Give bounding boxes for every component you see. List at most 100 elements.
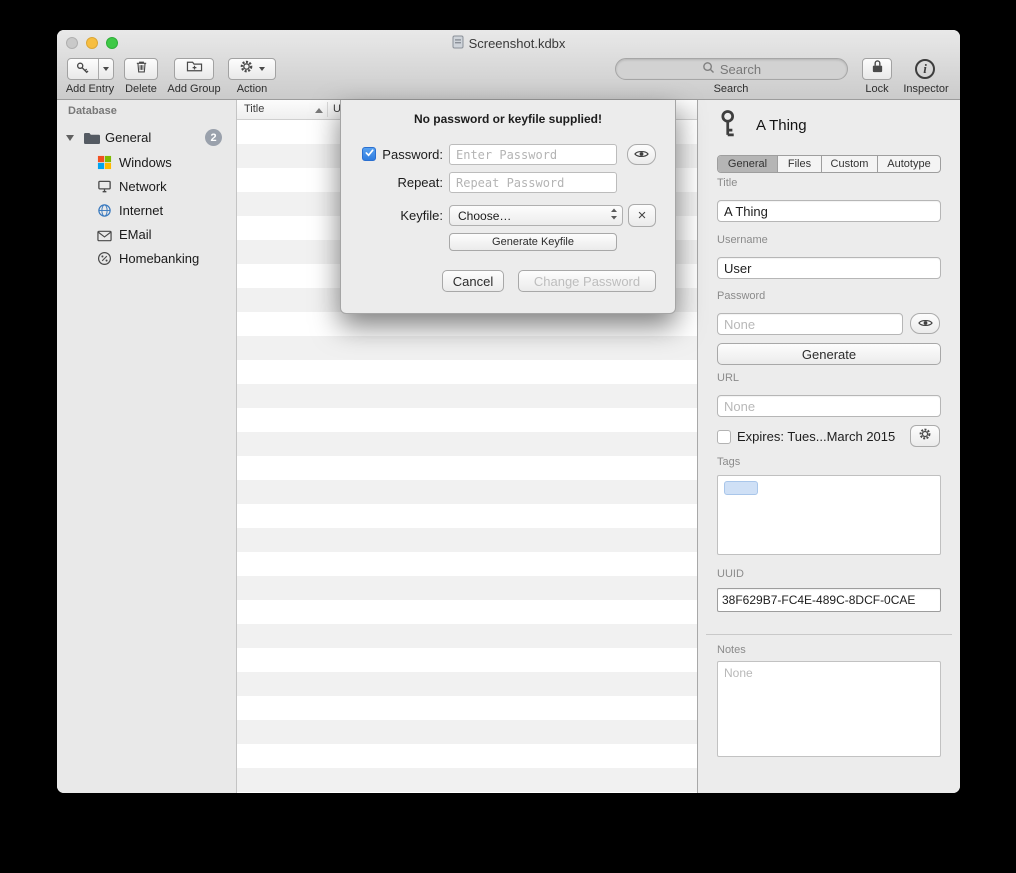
sidebar-section-header: Database xyxy=(68,105,117,117)
title-field[interactable] xyxy=(717,200,941,222)
repeat-label: Repeat: xyxy=(377,175,443,190)
search-icon xyxy=(702,61,715,77)
delete-button[interactable] xyxy=(124,58,158,80)
eye-icon xyxy=(918,315,933,333)
column-title[interactable]: Title xyxy=(244,103,264,115)
internet-icon xyxy=(97,203,112,223)
add-entry-button[interactable] xyxy=(67,58,114,80)
search-input[interactable]: Search xyxy=(615,58,848,80)
add-entry-dropdown[interactable] xyxy=(98,59,113,79)
uuid-field[interactable] xyxy=(717,588,941,612)
generate-keyfile-button[interactable]: Generate Keyfile xyxy=(449,233,617,251)
lock-button[interactable] xyxy=(862,58,892,80)
sidebar-item-label: General xyxy=(105,130,151,145)
eye-icon xyxy=(634,146,649,164)
uuid-field-label: UUID xyxy=(717,568,744,580)
inspector-tabs: General Files Custom Autotype xyxy=(717,155,941,173)
window-title: Screenshot.kdbx xyxy=(469,36,566,51)
title-field-label: Title xyxy=(717,177,737,189)
document-icon xyxy=(452,35,464,52)
password-label: Password: xyxy=(377,147,443,162)
add-entry-label: Add Entry xyxy=(59,83,121,95)
password-checkbox[interactable] xyxy=(362,147,376,161)
expires-settings-button[interactable] xyxy=(910,425,940,447)
column-divider[interactable] xyxy=(327,102,328,117)
expires-checkbox[interactable] xyxy=(717,430,731,444)
close-icon: × xyxy=(638,207,647,224)
inspector-label: Inspector xyxy=(896,83,956,95)
titlebar: Screenshot.kdbx xyxy=(57,35,960,52)
delete-label: Delete xyxy=(116,83,166,95)
add-group-button[interactable] xyxy=(174,58,214,80)
chevron-down-icon xyxy=(103,67,109,71)
reveal-password-button[interactable] xyxy=(627,144,656,165)
sidebar: Database General 2 Windows Network xyxy=(57,100,237,793)
trash-icon xyxy=(134,59,149,80)
sidebar-item-label: Homebanking xyxy=(119,251,199,266)
sidebar-item-windows[interactable]: Windows xyxy=(57,151,236,175)
tab-custom[interactable]: Custom xyxy=(822,156,878,172)
tab-autotype[interactable]: Autotype xyxy=(878,156,940,172)
inspector-panel: A Thing General Files Custom Autotype Ti… xyxy=(697,100,960,793)
windows-icon xyxy=(97,155,112,175)
sidebar-item-internet[interactable]: Internet xyxy=(57,199,236,223)
folder-icon xyxy=(83,131,101,150)
sort-ascending-icon xyxy=(315,108,323,113)
tags-field-label: Tags xyxy=(717,456,740,468)
keyfile-value: Choose… xyxy=(458,209,610,223)
expires-label: Expires: Tues...March 2015 xyxy=(737,429,895,444)
notes-field-label: Notes xyxy=(717,644,746,656)
password-field[interactable] xyxy=(717,313,903,335)
key-icon xyxy=(68,59,98,79)
tag-token[interactable] xyxy=(724,481,758,495)
sidebar-item-email[interactable]: EMail xyxy=(57,223,236,247)
change-password-dialog: No password or keyfile supplied! Passwor… xyxy=(340,100,676,314)
chevron-down-icon xyxy=(259,67,265,71)
inspector-divider xyxy=(706,634,952,635)
sidebar-item-label: Windows xyxy=(119,155,172,170)
username-field-label: Username xyxy=(717,234,768,246)
sidebar-item-homebanking[interactable]: Homebanking xyxy=(57,247,236,271)
clear-keyfile-button[interactable]: × xyxy=(628,204,656,227)
password-input[interactable] xyxy=(449,144,617,165)
repeat-input[interactable] xyxy=(449,172,617,193)
reveal-password-button[interactable] xyxy=(910,313,940,334)
key-icon xyxy=(714,109,742,144)
cancel-button[interactable]: Cancel xyxy=(442,270,504,292)
gear-icon xyxy=(918,427,932,446)
tab-files[interactable]: Files xyxy=(778,156,822,172)
inspector-button[interactable]: i xyxy=(915,59,935,79)
entry-count-badge: 2 xyxy=(205,129,222,146)
tab-general[interactable]: General xyxy=(718,156,778,172)
homebanking-icon xyxy=(97,251,112,271)
disclosure-triangle-icon[interactable] xyxy=(66,135,74,141)
gear-icon xyxy=(239,59,254,79)
entry-title: A Thing xyxy=(756,117,807,134)
window-chrome: Screenshot.kdbx Add Entry Delete Add Gro… xyxy=(57,30,960,100)
check-icon xyxy=(364,145,375,163)
tags-field[interactable] xyxy=(717,475,941,555)
app-window: Screenshot.kdbx Add Entry Delete Add Gro… xyxy=(57,30,960,793)
notes-field[interactable] xyxy=(717,661,941,757)
keyfile-label: Keyfile: xyxy=(377,208,443,223)
dialog-message: No password or keyfile supplied! xyxy=(341,112,675,126)
change-password-button[interactable]: Change Password xyxy=(518,270,656,292)
network-icon xyxy=(97,179,112,199)
password-field-label: Password xyxy=(717,290,765,302)
username-field[interactable] xyxy=(717,257,941,279)
search-placeholder: Search xyxy=(720,62,761,77)
email-icon xyxy=(97,229,112,247)
lock-icon xyxy=(871,59,884,79)
url-field[interactable] xyxy=(717,395,941,417)
sidebar-item-general[interactable]: General 2 xyxy=(57,126,236,150)
info-icon: i xyxy=(915,59,935,79)
search-label: Search xyxy=(701,83,761,95)
action-button[interactable] xyxy=(228,58,276,80)
add-group-label: Add Group xyxy=(164,83,224,95)
generate-password-button[interactable]: Generate xyxy=(717,343,941,365)
sidebar-item-network[interactable]: Network xyxy=(57,175,236,199)
stepper-icon xyxy=(610,207,618,224)
sidebar-item-label: Network xyxy=(119,179,167,194)
keyfile-popup[interactable]: Choose… xyxy=(449,205,623,226)
action-label: Action xyxy=(222,83,282,95)
